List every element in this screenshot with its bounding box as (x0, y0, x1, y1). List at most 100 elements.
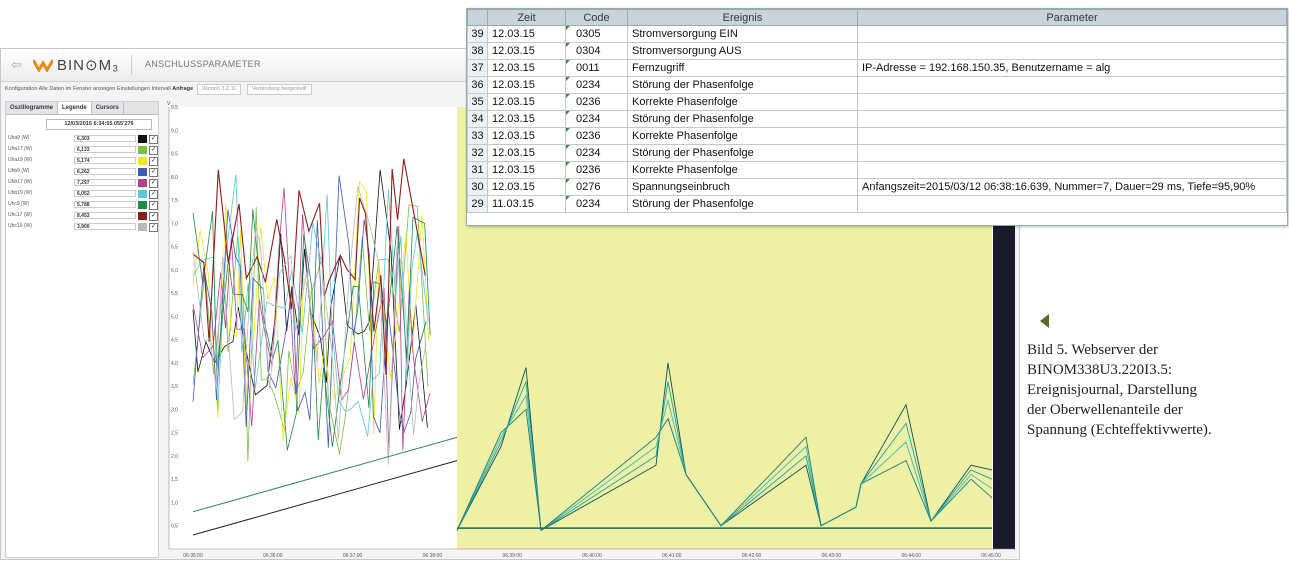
divider (131, 55, 132, 75)
cell-code: 0305 (565, 25, 628, 43)
row-index: 39 (467, 25, 488, 43)
cell-parameter (857, 25, 1287, 43)
legend-checkbox[interactable]: ✓ (149, 212, 158, 221)
legend-color-swatch[interactable] (138, 146, 147, 154)
cell-zeit: 12.03.15 (487, 144, 566, 162)
journal-row[interactable]: 35 12.03.15 0236 Korrekte Phasenfolge (467, 93, 1287, 111)
journal-row[interactable]: 32 12.03.15 0234 Störung der Phasenfolge (467, 144, 1287, 162)
cell-zeit: 12.03.15 (487, 127, 566, 145)
cell-ereignis: Korrekte Phasenfolge (627, 93, 858, 111)
journal-table: Zeit Code Ereignis Parameter 39 12.03.15 0… (467, 9, 1287, 213)
cell-parameter (857, 195, 1287, 213)
y-tick-label: 6,0 (171, 268, 178, 274)
y-tick-label: 1,0 (171, 500, 178, 506)
y-tick-label: 1,5 (171, 477, 178, 483)
cell-code: 0236 (565, 161, 628, 179)
col-parameter-header[interactable]: Parameter (857, 9, 1287, 26)
cell-ereignis: Korrekte Phasenfolge (627, 127, 858, 145)
legend-checkbox[interactable]: ✓ (149, 223, 158, 232)
config-links[interactable]: Konfiguration Alle Daten im Fenster anze… (5, 86, 171, 92)
cursor-timestamp[interactable]: 12/03/2015 6:34:55.055'276 (46, 119, 152, 130)
event-journal: Zeit Code Ereignis Parameter 39 12.03.15 0… (466, 8, 1288, 226)
tab-cursors[interactable]: Cursors (92, 102, 124, 114)
legend-series-name: Uhc19 (W) (8, 223, 32, 229)
caption-line: BINOM338U3.220I3.5: (1027, 362, 1172, 378)
row-index: 34 (467, 110, 488, 128)
cell-ereignis: Spannungseinbruch (627, 178, 858, 196)
y-tick-label: 2,5 (171, 431, 178, 437)
journal-row[interactable]: 30 12.03.15 0276 Spannungseinbruch Anfangsze… (467, 178, 1287, 196)
journal-row[interactable]: 37 12.03.15 0011 Fernzugriff IP-Adresse = 19… (467, 59, 1287, 77)
legend-series-value: 6,052 (74, 190, 136, 197)
legend-color-swatch[interactable] (138, 223, 147, 231)
legend-checkbox[interactable]: ✓ (149, 146, 158, 155)
legend-checkbox[interactable]: ✓ (149, 168, 158, 177)
journal-row[interactable]: 31 12.03.15 0236 Korrekte Phasenfolge (467, 161, 1287, 179)
cell-zeit: 12.03.15 (487, 161, 566, 179)
legend-checkbox[interactable]: ✓ (149, 157, 158, 166)
legend-series-value: 6,262 (74, 168, 136, 175)
legend-color-swatch[interactable] (138, 212, 147, 220)
legend-color-swatch[interactable] (138, 168, 147, 176)
logo-text: BIN⊙M₃ (57, 57, 120, 74)
binom-logo[interactable]: BIN⊙M₃ (33, 55, 119, 75)
legend-checkbox[interactable]: ✓ (149, 190, 158, 199)
journal-row[interactable]: 34 12.03.15 0234 Störung der Phasenfolge (467, 110, 1287, 128)
legend-series-name: Uhb17 (W) (8, 179, 33, 185)
cell-zeit: 12.03.15 (487, 93, 566, 111)
journal-header-row: Zeit Code Ereignis Parameter (467, 9, 1287, 26)
cell-parameter (857, 42, 1287, 60)
legend-color-swatch[interactable] (138, 179, 147, 187)
legend-row: Uhc9 (W) 5,788 ✓ (8, 200, 158, 210)
cell-zeit: 12.03.15 (487, 76, 566, 94)
caption-line: Spannung (Echteffektivwerte). (1027, 422, 1212, 438)
legend-series-name: Uha9 (W) (8, 135, 30, 141)
legend-series-name: Uha17 (W) (8, 146, 33, 152)
cell-zeit: 12.03.15 (487, 178, 566, 196)
legend-series-value: 8,453 (74, 212, 136, 219)
journal-row[interactable]: 33 12.03.15 0236 Korrekte Phasenfolge (467, 127, 1287, 145)
anfrage-link[interactable]: Anfrage (172, 86, 193, 92)
back-arrow-icon[interactable]: ⇦ (11, 57, 22, 73)
row-index: 32 (467, 144, 488, 162)
x-tick-label: 06:44:00 (901, 553, 921, 559)
row-index: 33 (467, 127, 488, 145)
cell-ereignis: Störung der Phasenfolge (627, 144, 858, 162)
col-code-header[interactable]: Code (565, 9, 628, 26)
legend-color-swatch[interactable] (138, 201, 147, 209)
journal-rows: 39 12.03.15 0305 Stromversorgung EIN 38 12.03… (467, 25, 1287, 213)
cell-zeit: 11.03.15 (487, 195, 566, 213)
legend-color-swatch[interactable] (138, 157, 147, 165)
x-tick-label: 06:39:00 (502, 553, 522, 559)
y-tick-label: 7,0 (171, 221, 178, 227)
page-title: ANSCHLUSSPARAMETER (145, 59, 261, 69)
y-tick-label: 3,0 (171, 407, 178, 413)
sidebar-panel: Oszillogramme Legende Cursors 12/03/2015… (5, 101, 159, 558)
legend-checkbox[interactable]: ✓ (149, 201, 158, 210)
tab-legende[interactable]: Legende (58, 102, 92, 114)
cell-ereignis: Störung der Phasenfolge (627, 110, 858, 128)
cell-zeit: 12.03.15 (487, 25, 566, 43)
tab-oszillogramme[interactable]: Oszillogramme (6, 102, 59, 114)
y-tick-label: 8,0 (171, 175, 178, 181)
legend-row: Uhb19 (W) 6,052 ✓ (8, 189, 158, 199)
legend-series-value: 5,788 (74, 201, 136, 208)
cell-ereignis: Stromversorgung AUS (627, 42, 858, 60)
journal-row[interactable]: 36 12.03.15 0234 Störung der Phasenfolge (467, 76, 1287, 94)
cell-code: 0234 (565, 144, 628, 162)
legend-series-name: Uhc9 (W) (8, 201, 30, 207)
journal-row[interactable]: 39 12.03.15 0305 Stromversorgung EIN (467, 25, 1287, 43)
col-ereignis-header[interactable]: Ereignis (627, 9, 858, 26)
legend-series-name: Uhb19 (W) (8, 190, 33, 196)
y-tick-label: 5,0 (171, 314, 178, 320)
col-zeit-header[interactable]: Zeit (487, 9, 566, 26)
journal-row[interactable]: 38 12.03.15 0304 Stromversorgung AUS (467, 42, 1287, 60)
legend-series-value: 5,174 (74, 157, 136, 164)
cell-code: 0234 (565, 76, 628, 94)
x-tick-label: 06:36:00 (263, 553, 283, 559)
legend-color-swatch[interactable] (138, 190, 147, 198)
legend-checkbox[interactable]: ✓ (149, 135, 158, 144)
legend-color-swatch[interactable] (138, 135, 147, 143)
journal-row[interactable]: 29 11.03.15 0234 Störung der Phasenfolge (467, 195, 1287, 213)
legend-checkbox[interactable]: ✓ (149, 179, 158, 188)
